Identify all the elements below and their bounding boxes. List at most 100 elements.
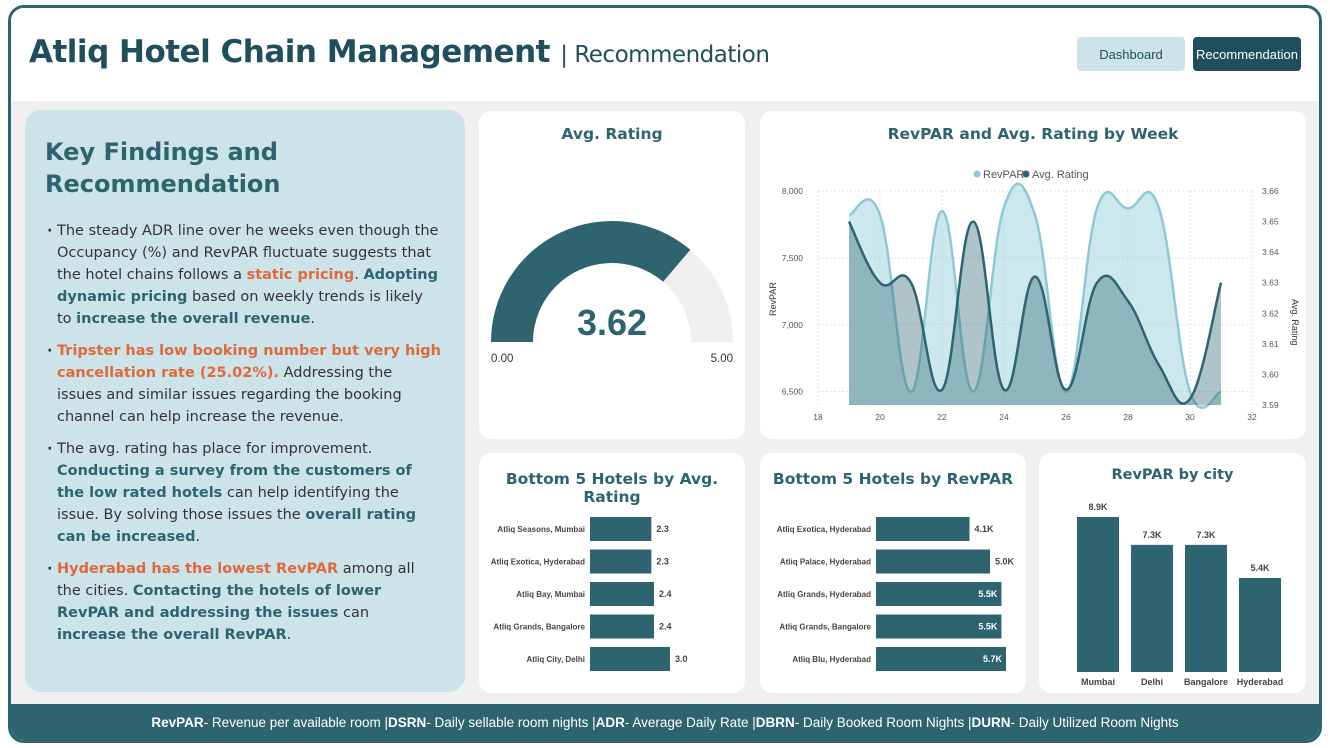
glossary-term: DURN [971, 714, 1011, 730]
recommendation-nav-button[interactable]: Recommendation [1193, 37, 1301, 71]
legend-rating-label: Avg. Rating [1032, 169, 1089, 181]
findings-title-line2: Recommendation [45, 170, 281, 198]
finding-text: The avg. rating has place for improvemen… [57, 441, 373, 457]
bar-value-label: 2.3 [656, 524, 669, 534]
bar[interactable] [876, 549, 991, 574]
bar-value-label: 4.1K [975, 524, 995, 534]
y-axis-label: RevPAR [768, 282, 778, 316]
gauge-min-label: 0.00 [491, 353, 513, 365]
finding-text: . [310, 311, 316, 327]
legend-revpar-marker [973, 170, 981, 178]
x-tick-label: 22 [937, 412, 947, 422]
dashboard-nav-button[interactable]: Dashboard [1077, 37, 1185, 71]
x-tick-label: 32 [1247, 412, 1257, 422]
page-title: Atliq Hotel Chain Management | Recommend… [29, 34, 770, 70]
finding-hyderabad: Hyderabad has the lowest RevPAR among al… [45, 558, 441, 646]
bar-value-label: 7.3K [1196, 530, 1216, 540]
bottom5-revpar-chart: Atliq Exotica, Hyderabad 4.1K Atliq Palace… [777, 517, 1015, 671]
bar-category-label: Bangalore [1184, 677, 1228, 687]
glossary-desc: - Daily Booked Room Nights | [794, 714, 972, 730]
bar-category-label: Hyderabad [1237, 677, 1284, 687]
bar[interactable] [1077, 517, 1119, 672]
glossary-term: RevPAR [151, 714, 204, 730]
y-tick-label: 8,000 [782, 186, 804, 196]
week-chart: RevPAR Avg. Rating RevPAR Avg. Rating 18… [768, 169, 1300, 422]
x-tick-label: 18 [813, 412, 823, 422]
gauge-value: 3.62 [577, 302, 647, 343]
dashboard-frame: Atliq Hotel Chain Management | Recommend… [8, 5, 1322, 743]
bar-category-label: Atliq Grands, Bangalore [493, 623, 585, 632]
bar-category-label: Delhi [1141, 677, 1163, 687]
avg-rating-gauge-card[interactable]: Avg. Rating 3.62 0.00 5.00 [479, 111, 745, 439]
bar[interactable] [590, 647, 670, 671]
bar-category-label: Atliq Exotica, Hyderabad [777, 525, 871, 534]
page-subtitle: | Recommendation [560, 42, 770, 68]
glossary-term: DBRN [755, 714, 795, 730]
bar[interactable] [590, 582, 654, 606]
y2-tick-label: 3.66 [1262, 186, 1279, 196]
finding-highlight: static pricing [246, 267, 355, 283]
bar-category-label: Atliq Blu, Hyderabad [792, 655, 871, 664]
bar-category-label: Atliq Exotica, Hyderabad [491, 558, 585, 567]
legend-revpar-label: RevPAR [983, 169, 1024, 181]
glossary-desc: - Daily Utilized Room Nights [1010, 714, 1179, 730]
glossary-desc: - Revenue per available room | [203, 714, 389, 730]
revpar-rating-week-card[interactable]: RevPAR and Avg. Rating by Week RevPAR Av… [760, 111, 1306, 439]
bar-value-label: 5.0K [995, 557, 1015, 567]
findings-title-line1: Key Findings and [45, 138, 278, 166]
key-findings-panel: Key Findings and Recommendation The stea… [25, 110, 465, 692]
week-legend: RevPAR Avg. Rating [973, 169, 1089, 181]
finding-text: . [195, 529, 201, 545]
bar[interactable] [1239, 577, 1281, 672]
y2-tick-label: 3.59 [1262, 400, 1279, 410]
x-tick-label: 20 [875, 412, 885, 422]
gauge-chart: 3.62 0.00 5.00 [491, 221, 733, 365]
y2-tick-label: 3.63 [1262, 278, 1279, 288]
y-tick-label: 7,000 [782, 320, 804, 330]
bar-value-label: 3.0 [675, 654, 688, 664]
y2-axis-label: Avg. Rating [1290, 299, 1300, 345]
y2-tick-label: 3.62 [1262, 308, 1279, 318]
legend-rating-marker [1022, 170, 1030, 178]
y2-tick-label: 3.60 [1262, 369, 1279, 379]
finding-text: . [286, 627, 292, 643]
glossary-desc: - Average Daily Rate | [624, 714, 756, 730]
bar[interactable] [1185, 544, 1227, 672]
bar[interactable] [590, 614, 654, 639]
bar-category-label: Atliq Grands, Hyderabad [777, 590, 871, 599]
y2-tick-label: 3.64 [1262, 247, 1279, 257]
bottom5-rating-card[interactable]: Bottom 5 Hotels by Avg. Rating Atliq Sea… [479, 453, 745, 693]
finding-text: can [338, 605, 370, 621]
x-tick-label: 28 [1123, 412, 1133, 422]
bar-value-label: 2.3 [656, 557, 669, 567]
bar-value-label: 7.3K [1142, 530, 1162, 540]
bar[interactable] [590, 549, 652, 574]
bar-value-label: 2.4 [659, 589, 672, 599]
finding-highlight: increase the overall RevPAR [57, 627, 287, 643]
bar-category-label: Mumbai [1081, 677, 1115, 687]
x-tick-label: 24 [999, 412, 1009, 422]
y2-tick-label: 3.61 [1262, 339, 1279, 349]
header: Atliq Hotel Chain Management | Recommend… [11, 8, 1319, 101]
finding-highlight: increase the overall revenue [76, 311, 311, 327]
bar[interactable] [1131, 544, 1173, 672]
glossary-term: ADR [595, 714, 625, 730]
bar-category-label: Atliq Seasons, Mumbai [497, 525, 585, 534]
bar-value-label: 5.7K [983, 654, 1003, 664]
bar-category-label: Atliq Grands, Bangalore [779, 623, 871, 632]
revpar-city-card[interactable]: RevPAR by city 8.9K Mumbai 7.3K Delhi 7.3K Ba… [1039, 453, 1306, 693]
bottom5-revpar-card[interactable]: Bottom 5 Hotels by RevPAR Atliq Exotica,… [760, 453, 1026, 693]
bar[interactable] [876, 517, 970, 541]
x-tick-label: 26 [1061, 412, 1071, 422]
y2-tick-label: 3.65 [1262, 217, 1279, 227]
bar-value-label: 5.5K [978, 622, 998, 632]
bottom5-rating-chart: Atliq Seasons, Mumbai 2.3 Atliq Exotica, H… [491, 517, 688, 671]
y-tick-label: 6,500 [782, 387, 804, 397]
glossary-desc: - Daily sellable room nights | [426, 714, 596, 730]
bar-value-label: 5.4K [1250, 563, 1270, 573]
findings-title: Key Findings and Recommendation [45, 136, 441, 200]
x-tick-label: 30 [1185, 412, 1195, 422]
revpar-city-chart: 8.9K Mumbai 7.3K Delhi 7.3K Bangalore 5.4K Hyde… [1077, 502, 1284, 687]
bar[interactable] [590, 517, 652, 541]
bar-value-label: 5.5K [978, 589, 998, 599]
